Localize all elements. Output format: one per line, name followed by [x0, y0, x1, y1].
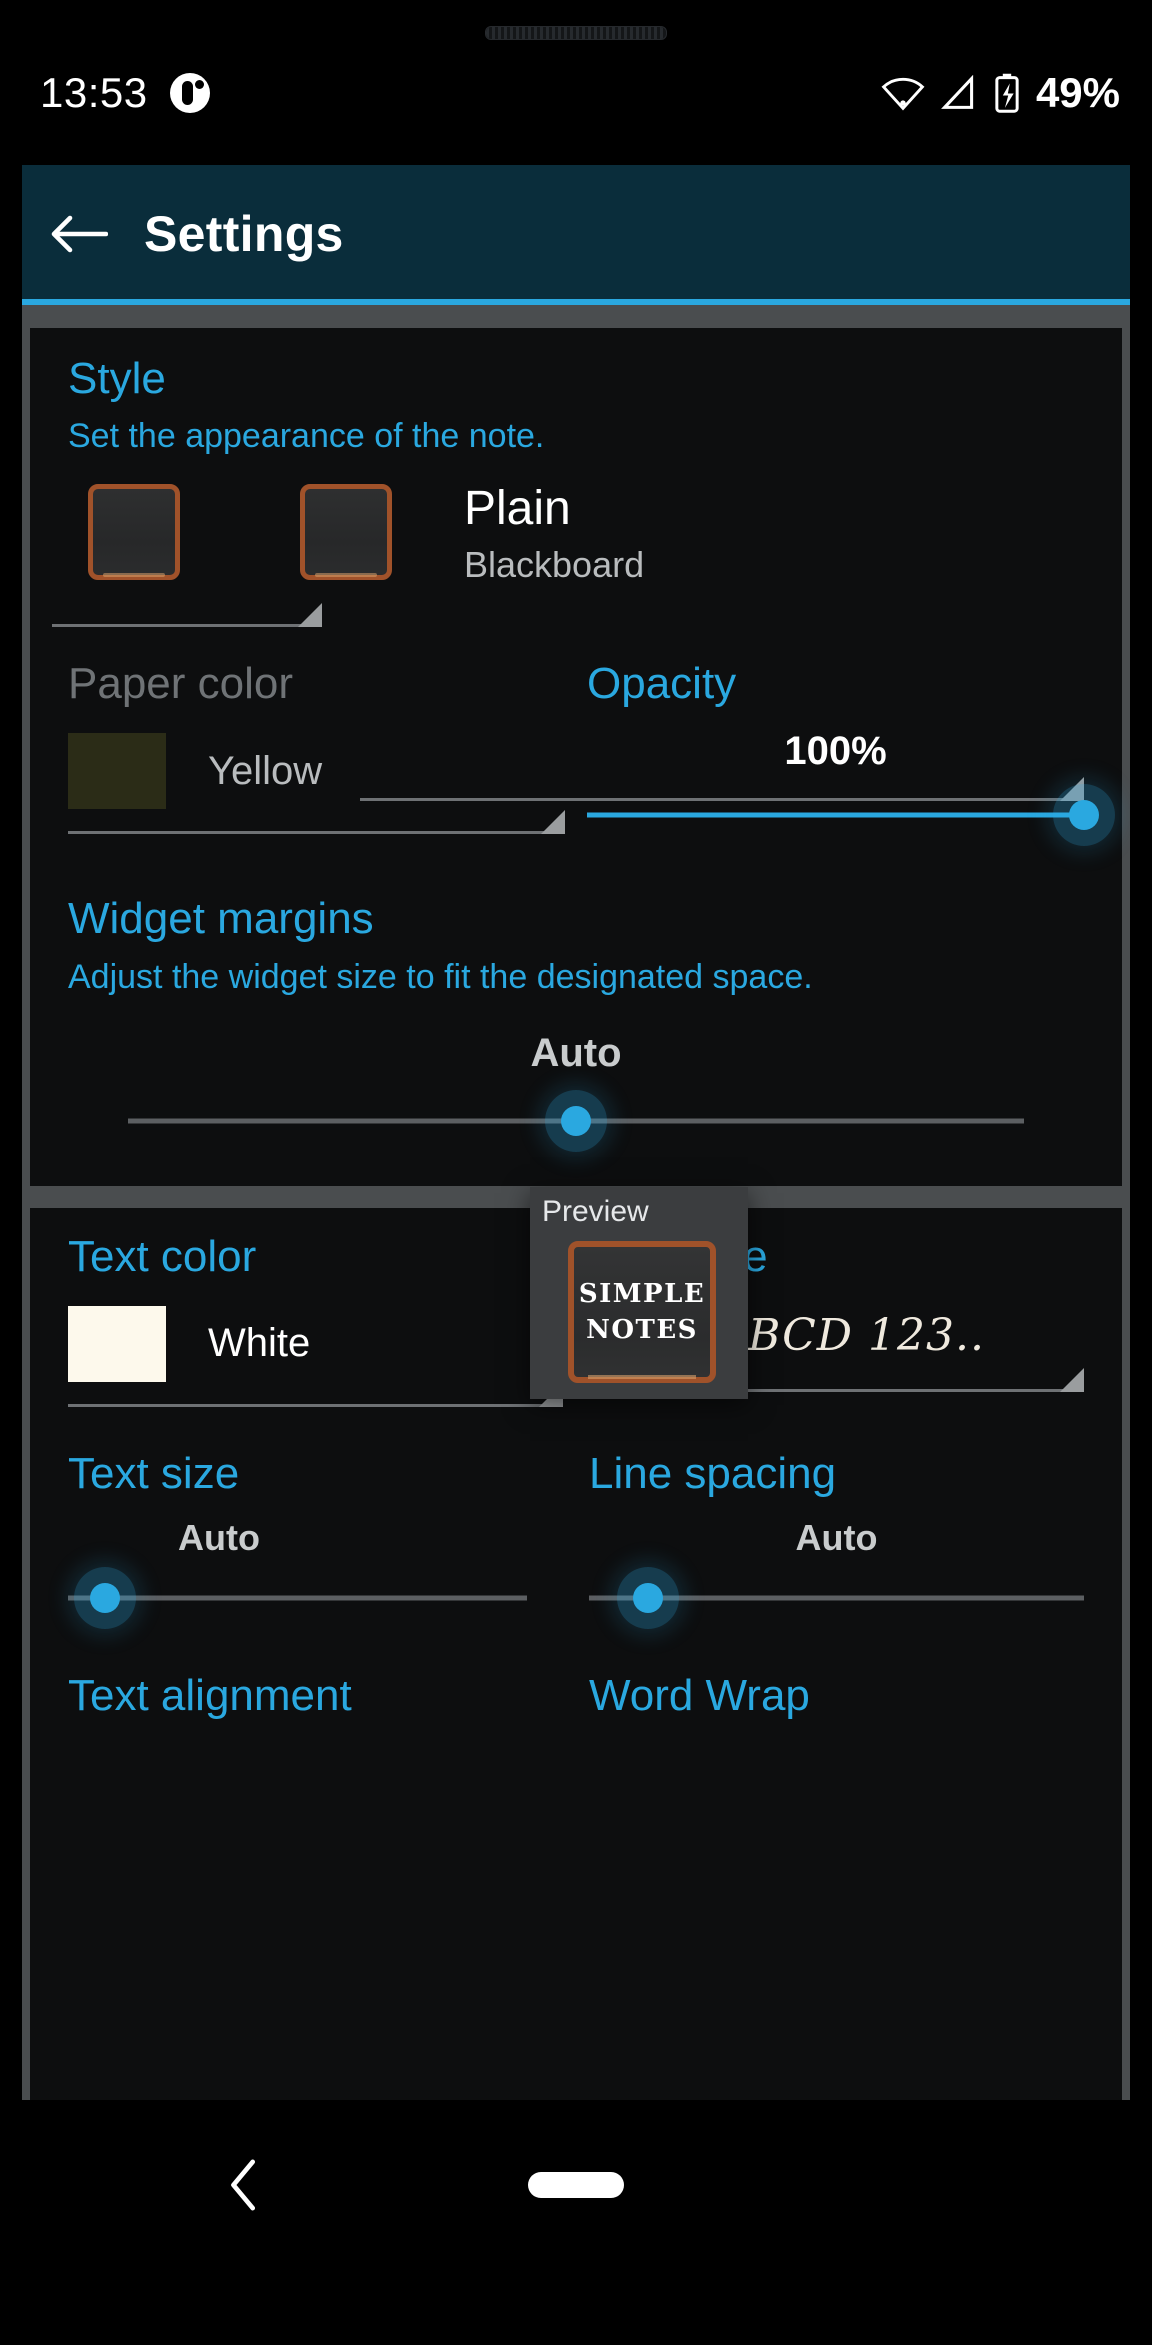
widget-margins-subtitle: Adjust the widget size to fit the design…	[68, 957, 813, 996]
text-color-label: Text color	[68, 1231, 257, 1281]
text-size-slider-track	[68, 1595, 527, 1601]
wifi-icon	[881, 77, 925, 111]
preview-popup[interactable]: Preview SIMPLE NOTES	[530, 1187, 748, 1399]
status-clock: 13:53	[40, 69, 148, 116]
right-bezel	[1130, 0, 1152, 2345]
text-alignment-label: Text alignment	[68, 1671, 352, 1721]
system-navigation-bar	[0, 2100, 1152, 2270]
status-bar: 13:53 49%	[0, 56, 1152, 130]
widget-margins-slider[interactable]	[128, 1086, 1024, 1156]
notification-dot-icon	[169, 73, 210, 113]
style-card: Style Set the appearance of the note. Pl…	[30, 328, 1122, 1186]
text-size-group: Text size Auto	[68, 1448, 563, 1633]
preview-popup-title: Preview	[542, 1195, 649, 1228]
widget-margins-slider-thumb[interactable]	[545, 1089, 607, 1152]
preview-note-line1: SIMPLE	[578, 1279, 706, 1309]
style-category-value: Blackboard	[464, 543, 645, 585]
chevron-down-icon	[541, 810, 565, 835]
paper-color-value: Yellow	[208, 748, 323, 793]
alignment-wordwrap-row: Text alignment Word Wrap	[30, 1671, 1122, 1721]
opacity-slider-thumb[interactable]	[1053, 784, 1115, 847]
line-spacing-slider-thumb[interactable]	[617, 1567, 680, 1630]
opacity-label: Opacity	[587, 659, 737, 709]
line-spacing-group: Line spacing Auto	[563, 1448, 1084, 1633]
left-bezel	[0, 0, 22, 2345]
phone-screenshot: 13:53 49% Settings Style Set the appeara…	[0, 0, 1152, 2345]
status-bar-right: 49%	[880, 56, 1120, 130]
nav-home-pill[interactable]	[528, 2172, 624, 2198]
text-color-swatch[interactable]	[68, 1305, 166, 1382]
paper-opacity-row: Paper color Yellow Opacity 100%	[30, 661, 1122, 850]
paper-color-label: Paper color	[68, 659, 294, 709]
widget-margins-group: Widget margins Adjust the widget size to…	[30, 896, 1122, 1155]
paper-color-spinner-underline[interactable]	[68, 810, 565, 835]
text-color-group: Text color White	[68, 1231, 563, 1407]
opacity-slider[interactable]	[587, 780, 1115, 850]
cell-signal-icon	[941, 75, 974, 109]
page-title: Settings	[144, 206, 344, 262]
word-wrap-label: Word Wrap	[589, 1671, 810, 1721]
text-size-slider[interactable]	[68, 1563, 527, 1633]
status-bar-left: 13:53	[40, 56, 210, 130]
line-spacing-value: Auto	[795, 1517, 878, 1559]
device-screen: 13:53 49% Settings Style Set the appeara…	[0, 0, 1152, 2345]
preview-note-widget: SIMPLE NOTES	[568, 1241, 716, 1383]
style-thumbnail-preview[interactable]	[88, 484, 180, 581]
widget-margins-title: Widget margins	[68, 894, 374, 944]
battery-charging-icon	[995, 73, 1019, 113]
opacity-value: 100%	[784, 729, 887, 774]
preview-note-line2: NOTES	[586, 1315, 698, 1345]
style-labels: Plain Blackboard	[464, 482, 645, 585]
text-color-value: White	[208, 1321, 311, 1366]
word-wrap-group[interactable]: Word Wrap	[563, 1671, 1084, 1721]
paper-color-swatch[interactable]	[68, 733, 166, 810]
opacity-slider-track	[587, 812, 1084, 818]
chevron-down-icon	[298, 603, 322, 628]
textsize-linespacing-row: Text size Auto Line spacing Auto	[30, 1448, 1122, 1633]
chevron-down-icon	[1060, 1367, 1084, 1392]
style-thumbnail-selected[interactable]	[300, 484, 392, 581]
style-section-title: Style	[68, 354, 166, 403]
style-spinner-underline-left[interactable]	[52, 603, 322, 628]
text-size-label: Text size	[68, 1448, 240, 1498]
text-size-value: Auto	[178, 1517, 260, 1559]
back-arrow-icon[interactable]	[50, 214, 108, 254]
opacity-group: Opacity 100%	[565, 659, 1115, 850]
line-spacing-label: Line spacing	[589, 1448, 837, 1498]
line-spacing-slider[interactable]	[589, 1563, 1084, 1633]
text-color-spinner-underline[interactable]	[68, 1382, 563, 1407]
paper-color-group: Paper color Yellow	[68, 661, 565, 850]
earpiece-speaker	[485, 26, 667, 40]
text-size-slider-thumb[interactable]	[73, 1567, 136, 1630]
nav-back-icon[interactable]	[225, 2158, 265, 2212]
text-alignment-group[interactable]: Text alignment	[68, 1671, 563, 1721]
text-color-value-row[interactable]: White	[68, 1305, 563, 1382]
style-section-subtitle: Set the appearance of the note.	[68, 417, 545, 456]
battery-percent-label: 49%	[1035, 69, 1120, 116]
style-name-value: Plain	[464, 482, 571, 536]
widget-margins-value: Auto	[530, 1030, 622, 1075]
style-picker-row: Plain Blackboard	[30, 482, 1122, 585]
app-bar: Settings	[22, 165, 1130, 303]
